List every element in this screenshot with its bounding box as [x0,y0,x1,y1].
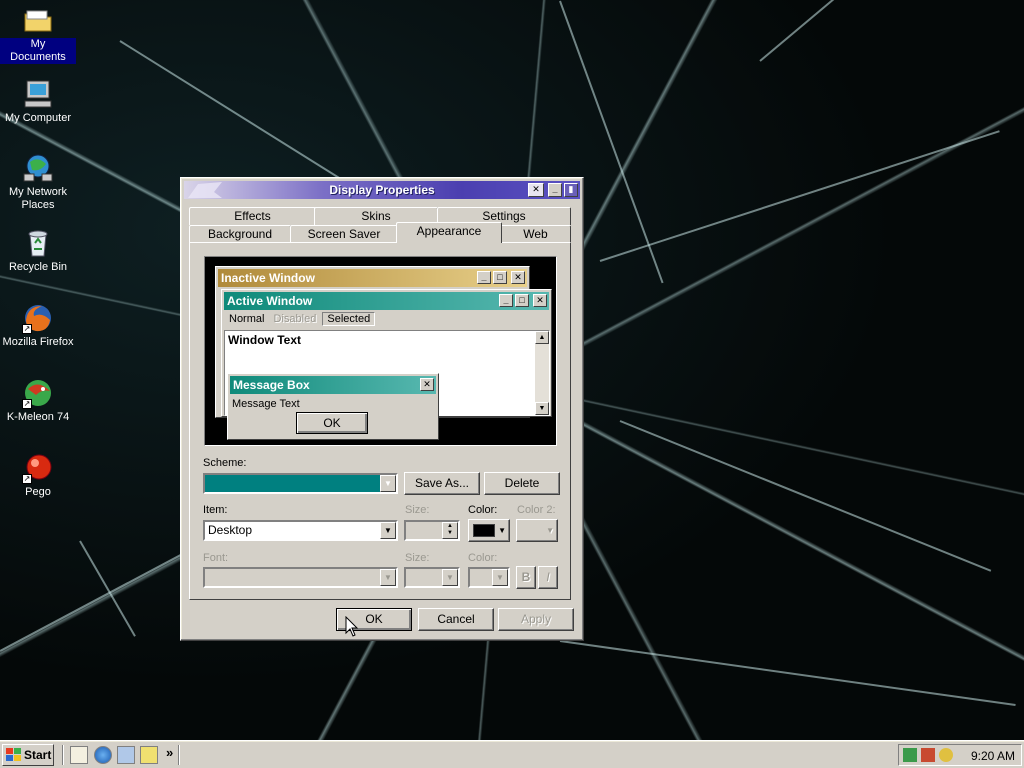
desktop-icon-k-meleon[interactable]: ↗ K-Meleon 74 [0,377,76,424]
item-color2-label: Color 2: [517,504,556,516]
glass-crack [559,640,1016,707]
font-color-label: Color: [468,552,498,564]
scheme-label: Scheme: [203,457,247,469]
firefox-icon: ↗ [22,302,54,334]
computer-icon [22,78,54,110]
save-as-button[interactable]: Save As... [404,472,480,495]
item-color2-button[interactable]: ▼ [516,519,558,542]
font-color-select[interactable]: ▼ [468,567,510,588]
item-size-label: Size: [405,504,430,516]
bold-button[interactable]: B [516,566,536,589]
item-label: Item: [203,504,228,516]
desktop-icon-pego[interactable]: ↗ Pego [0,452,76,499]
desktop-icon-my-network-places[interactable]: My Network Places [0,152,76,212]
tab-screen-saver[interactable]: Screen Saver [290,225,398,243]
item-color-button[interactable]: ▼ [468,519,510,542]
font-size-select[interactable]: ▼ [404,567,460,588]
menu-selected: Selected [322,312,376,326]
apply-button[interactable]: Apply [498,608,574,631]
desktop-icon-my-documents[interactable]: My Documents [0,4,76,64]
clock[interactable]: 9:20 AM [971,749,1015,763]
title-bar[interactable]: Display Properties ✕ _ ▮ [184,181,580,199]
desktop-icon-my-computer[interactable]: My Computer [0,78,76,125]
tab-background[interactable]: Background [189,225,291,243]
chevron-down-icon[interactable]: ▼ [380,522,396,539]
taskbar: Start » 9:20 AM [0,740,1024,768]
start-button[interactable]: Start [2,744,54,766]
color-swatch [473,524,495,537]
spinner-icon: ▲ ▼ [442,522,458,539]
italic-button[interactable]: I [538,566,558,589]
minimize-icon: _ [477,271,491,284]
item-select[interactable]: Desktop ▼ [203,520,398,541]
minimize-icon: _ [499,294,513,307]
shortcut-arrow-icon: ↗ [22,324,32,334]
menu-disabled: Disabled [273,313,317,325]
chevron-down-icon[interactable]: ▼ [380,475,396,492]
desktop-icon-recycle-bin[interactable]: Recycle Bin [0,227,76,274]
window-title: Display Properties [329,183,435,197]
recycle-bin-icon [22,227,54,259]
glass-crack [759,0,960,62]
outlook-express-icon[interactable] [117,746,135,764]
cancel-button[interactable]: Cancel [418,608,494,631]
system-tray: 9:20 AM [898,744,1022,766]
tab-appearance[interactable]: Appearance [396,222,502,243]
glass-crack [79,540,136,637]
chevron-down-icon[interactable]: ▼ [380,569,396,586]
taskbar-divider [62,745,64,765]
chevron-down-icon: ▼ [546,526,554,535]
shortcut-arrow-icon: ↗ [22,399,32,409]
close-button[interactable]: ▮ [564,183,578,197]
chevron-down-icon[interactable]: ▼ [492,569,508,586]
minimize-button[interactable]: _ [548,183,562,197]
windows-explorer-icon[interactable] [140,746,158,764]
preview-message-box: Message Box ✕ Message Text OK [227,373,439,440]
delete-button[interactable]: Delete [484,472,560,495]
scroll-down-icon: ▼ [535,402,549,415]
tab-web[interactable]: Web [500,225,571,243]
close-icon: ✕ [420,378,434,391]
shortcut-arrow-icon: ↗ [22,474,32,484]
font-label: Font: [203,552,229,564]
network-tray-icon[interactable] [903,748,917,762]
preview-menu-bar: Normal Disabled Selected [226,312,376,326]
glass-crack [599,130,1000,262]
scroll-up-icon: ▲ [535,331,549,344]
chevron-down-icon[interactable]: ▼ [442,569,458,586]
taskbar-divider [178,745,180,765]
windows-logo-icon [6,748,21,761]
internet-explorer-icon[interactable] [94,746,112,764]
close-icon: ✕ [511,271,525,284]
preview-ok-button: OK [296,412,368,434]
chevron-down-icon: ▼ [498,526,506,535]
preview-message-text: Message Text [232,398,300,410]
maximize-icon: □ [515,294,529,307]
preview-scrollbar: ▲ ▼ [535,331,549,415]
close-icon: ✕ [533,294,547,307]
pego-icon: ↗ [22,452,54,484]
menu-normal: Normal [229,313,265,325]
tab-effects[interactable]: Effects [189,207,316,225]
font-select[interactable]: ▼ [203,567,398,588]
item-size-stepper[interactable]: ▲ ▼ [404,520,460,541]
network-icon [22,152,54,184]
help-icon[interactable]: ✕ [528,183,544,197]
preview-window-text: Window Text [228,333,301,347]
item-color-label: Color: [468,504,498,516]
quick-launch-overflow[interactable]: » [166,745,173,760]
scheme-select[interactable]: ▼ [203,473,398,494]
volume-tray-icon[interactable] [939,748,953,762]
folder-icon [22,4,54,36]
font-size-label: Size: [405,552,430,564]
show-desktop-icon[interactable] [70,746,88,764]
maximize-icon: □ [493,271,507,284]
glass-crack [619,420,992,572]
desktop-icon-mozilla-firefox[interactable]: ↗ Mozilla Firefox [0,302,76,349]
appearance-preview[interactable]: Inactive Window _ □ ✕ Active Window _ □ … [204,256,557,446]
preview-message-title: Message Box [230,376,436,394]
k-meleon-icon: ↗ [22,377,54,409]
security-tray-icon[interactable] [921,748,935,762]
mouse-cursor-icon [345,616,359,637]
